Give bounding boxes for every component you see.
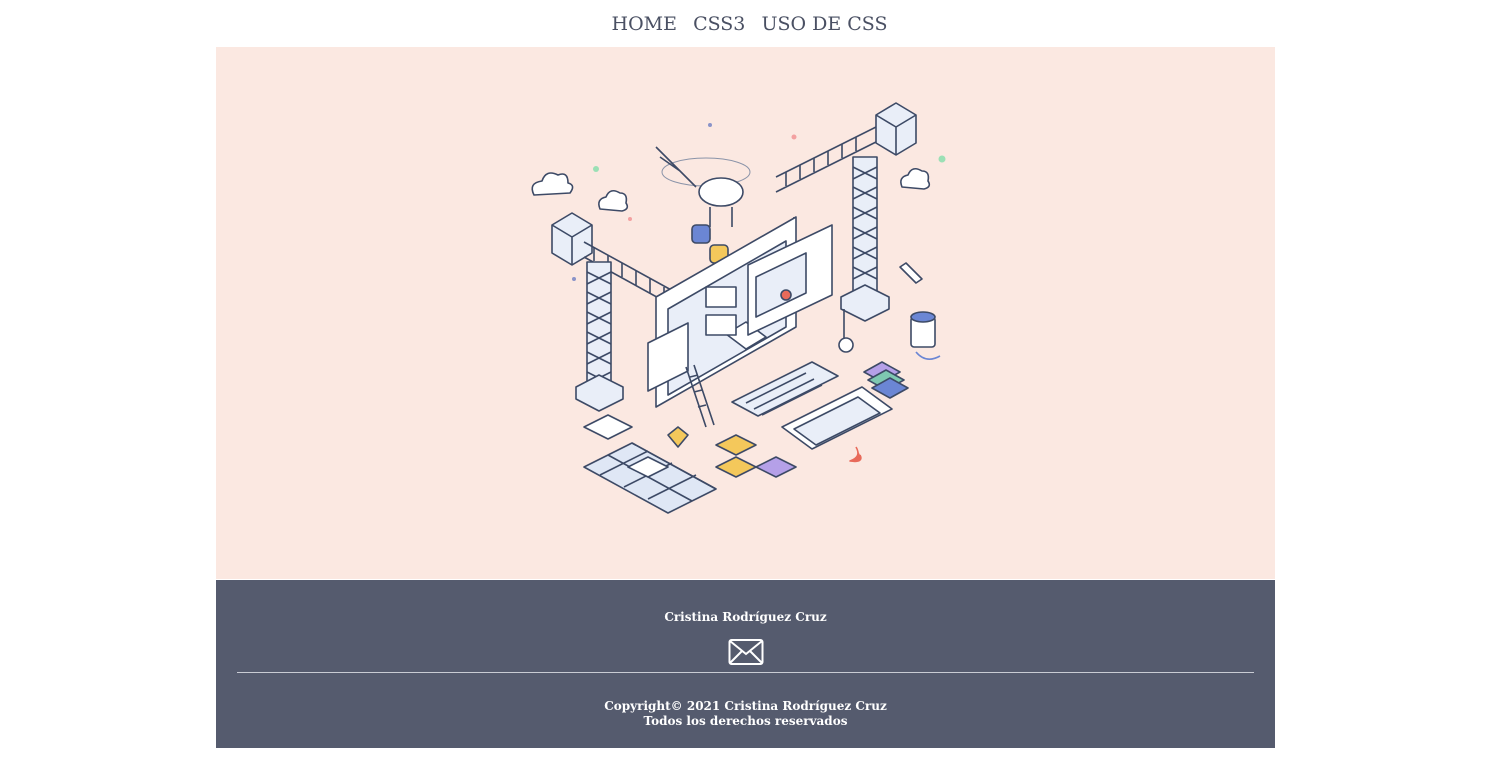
footer-rights: Todos los derechos reservados	[643, 714, 848, 728]
cloud-icon	[900, 167, 931, 190]
paint-bucket-icon	[910, 311, 941, 360]
app-tile-icon	[755, 456, 797, 478]
nav-css3-link[interactable]: CSS3	[693, 13, 745, 35]
web-construction-illustration	[531, 102, 946, 514]
cloud-icon	[598, 189, 629, 212]
footer-divider	[237, 672, 1254, 673]
design-grid-icon	[583, 442, 717, 514]
footer-copyright: Copyright© 2021 Cristina Rodríguez Cruz	[604, 699, 887, 713]
helicopter-icon	[655, 146, 751, 227]
hero-banner	[216, 47, 1275, 579]
envelope-icon[interactable]	[728, 638, 764, 666]
paint-brush-icon	[899, 262, 923, 284]
card-icon	[583, 414, 633, 440]
footer-copyright-block: Copyright© 2021 Cristina Rodríguez Cruz …	[216, 699, 1275, 729]
page: HOME CSS3 USO DE CSS Cristina Rodríguez …	[0, 0, 1499, 760]
nav-home-link[interactable]: HOME	[612, 13, 677, 35]
app-tile-icon	[715, 434, 757, 456]
cloud-icon	[531, 172, 574, 196]
site-footer: Cristina Rodríguez Cruz Copyright© 2021 …	[216, 580, 1275, 748]
footer-author: Cristina Rodríguez Cruz	[664, 610, 827, 624]
app-tile-icon	[715, 456, 757, 478]
gem-icon	[667, 426, 689, 448]
right-crane-icon	[775, 102, 917, 353]
top-navigation: HOME CSS3 USO DE CSS	[0, 13, 1499, 35]
nav-uso-de-css-link[interactable]: USO DE CSS	[761, 13, 887, 35]
badge-icon	[691, 224, 711, 244]
